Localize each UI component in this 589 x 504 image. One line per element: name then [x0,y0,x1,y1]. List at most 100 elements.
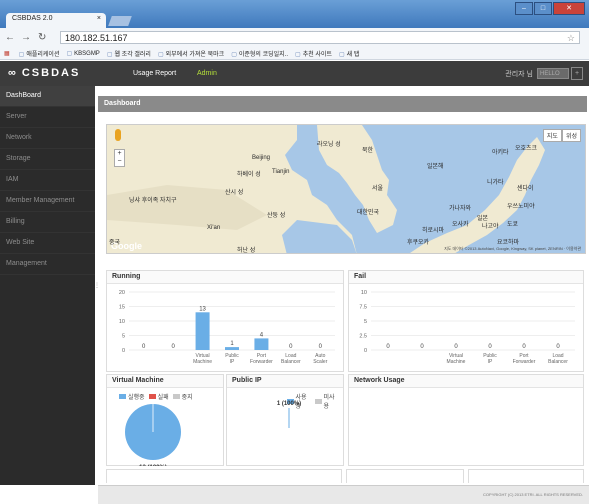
sidebar-item-dashboard[interactable]: DashBoard [0,86,95,107]
panel-title: Public IP [227,375,343,388]
map-type-control: 지도 위성 [542,129,581,142]
zoom-out-icon[interactable]: − [115,158,124,166]
map-label: 하베이 성 [237,172,261,178]
apps-icon[interactable]: ▦ [4,50,12,57]
user-select[interactable]: HELLO [537,68,569,79]
folder-icon: ▢ [295,52,301,58]
bar [254,338,269,350]
window-controls: – □ ✕ [514,2,585,15]
logo-text: CSBDAS [21,67,81,79]
fail-bar-chart: 02.557.5100 0 0VirtualMachine0PublicIP0Por… [359,290,575,365]
menu-usage-report[interactable]: Usage Report [133,70,176,77]
bookmark-star-icon[interactable]: ☆ [567,32,575,44]
y-tick-label: 5 [364,319,367,325]
tab-close-icon[interactable]: × [97,15,101,22]
map-label: 허난 성 [237,248,256,254]
back-icon[interactable]: ← [5,32,15,43]
logo-icon: ∞ [8,67,18,79]
y-tick-label: 0 [364,348,367,354]
menu-admin[interactable]: Admin [197,70,217,77]
bookmark-label: KBSGMP [74,51,100,57]
browser-tab[interactable]: CSBDAS 2.0 × [6,13,106,28]
vm-pie-chart: 13 (100%) [125,404,181,466]
map-label: 요코하마 [497,240,520,246]
folder-icon: ▢ [338,52,345,58]
sidebar-item-storage[interactable]: Storage [0,149,95,170]
bookmarks-bar: ▦ ▢ 애플리케이션 ▢ KBSGMP ▢ 웹 조각 갤러리 ▢ 외부에서 가져온 북마크 ▢ 이준… [0,48,589,60]
map-zoom-control: + − [114,149,125,167]
bar-value-label: 0 [454,344,458,350]
bar [195,312,210,350]
bar-value-label: 0 [556,344,560,350]
bar-value-label: 0 [142,344,146,350]
map-view[interactable]: + − 지도 위성 Google 지도 데이터 ©2013 AutoNavi, … [106,124,586,254]
bar-value-label: 0 [420,344,424,350]
user-menu-button[interactable]: + [571,67,583,80]
street-view-pegman-icon[interactable] [115,129,121,141]
bar-value-label: 0 [488,344,492,350]
running-panel: Running 0 5 10 15 20 0 0 13 Virtual Machine 1 Publi… [106,270,344,372]
user-label: 관리자 님 [505,70,533,78]
lower-panel-middle [346,469,464,483]
sidebar-item-iam[interactable]: IAM [0,170,95,191]
bar-value-label: 0 [319,344,323,350]
map-label: 후쿠오카 [407,240,430,246]
new-tab-button[interactable] [108,16,132,26]
app-logo[interactable]: ∞ CSBDAS [8,67,80,79]
map-label: 가나자와 [449,206,472,212]
map-label: 오사카 [452,222,469,228]
fail-panel: Fail 0 2.5 5 7.5 10 0 0 0 Virtual Machine 0 Public I… [348,270,584,372]
y-tick-label: 0 [122,348,125,354]
bookmark-item[interactable]: ▢ KBSGMP [66,50,99,57]
x-tick-label: Machine [447,359,466,365]
sidebar-item-management[interactable]: Management [0,254,95,275]
sidebar-item-network[interactable]: Network [0,128,95,149]
forward-icon[interactable]: → [21,32,31,43]
lower-panel-left [106,469,342,483]
bookmark-label: 이준형의 코딩일지.. [238,52,289,58]
url-text: 180.182.51.167 [65,33,128,43]
map-type-map[interactable]: 지도 [542,129,562,142]
y-tick-label: 5 [122,334,125,340]
x-tick-label: Balancer [548,359,568,365]
bookmark-item[interactable]: ▢ 이준형의 코딩일지.. [231,49,288,58]
bookmark-item[interactable]: ▢ 외부에서 가져온 북마크 [158,49,224,58]
folder-icon: ▢ [231,52,237,58]
x-tick-label: Balancer [281,359,301,365]
bookmark-item[interactable]: ▢ 새 탭 [339,49,359,58]
close-window-icon[interactable]: ✕ [553,2,585,15]
lower-panel-right [468,469,584,483]
panel-title: Running [107,271,343,284]
sidebar-item-server[interactable]: Server [0,107,95,128]
x-tick-label: IP [230,359,235,365]
virtual-machine-panel: Virtual Machine 실행중실패중지 13 (100%) [106,374,224,466]
zoom-in-icon[interactable]: + [115,150,124,158]
public-ip-pie-chart: 1 (100%) [277,401,301,428]
footer: COPYRIGHT (C) 2013 ETRI. ALL RIGHTS RESE… [98,485,589,504]
bookmark-item[interactable]: ▢ 애플리케이션 [19,49,60,58]
bar-value-label: 13 [199,306,206,312]
app-header: ∞ CSBDAS Usage Report Admin 관리자 님 HELLO + [0,61,589,86]
copyright-text: COPYRIGHT (C) 2013 ETRI. ALL RIGHTS RESE… [483,492,583,497]
sidebar-item-web-site[interactable]: Web Site [0,233,95,254]
bookmark-label: 외부에서 가져온 북마크 [165,52,225,58]
sidebar-item-billing[interactable]: Billing [0,212,95,233]
map-label: 중국 [109,240,121,246]
network-usage-panel: Network Usage [348,374,584,466]
map-label: 히로시마 [422,228,445,234]
url-input[interactable]: 180.182.51.167 ☆ [60,31,580,44]
maximize-icon[interactable]: □ [534,2,552,15]
sidebar-item-member-management[interactable]: Member Management [0,191,95,212]
y-tick-label: 15 [119,305,125,311]
panel-title: Network Usage [349,375,583,388]
bar-value-label: 0 [289,344,293,350]
minimize-icon[interactable]: – [515,2,533,15]
pie-value-label: 13 (100%) [139,465,167,466]
map-type-satellite[interactable]: 위성 [561,129,581,142]
bookmark-label: 웹 조각 갤러리 [114,52,151,58]
bookmark-item[interactable]: ▢ 추천 사이트 [295,49,332,58]
bookmark-label: 추천 사이트 [302,52,332,58]
map-label: Beijing [252,155,271,161]
bookmark-item[interactable]: ▢ 웹 조각 갤러리 [107,49,151,58]
reload-icon[interactable]: ↻ [38,32,46,43]
